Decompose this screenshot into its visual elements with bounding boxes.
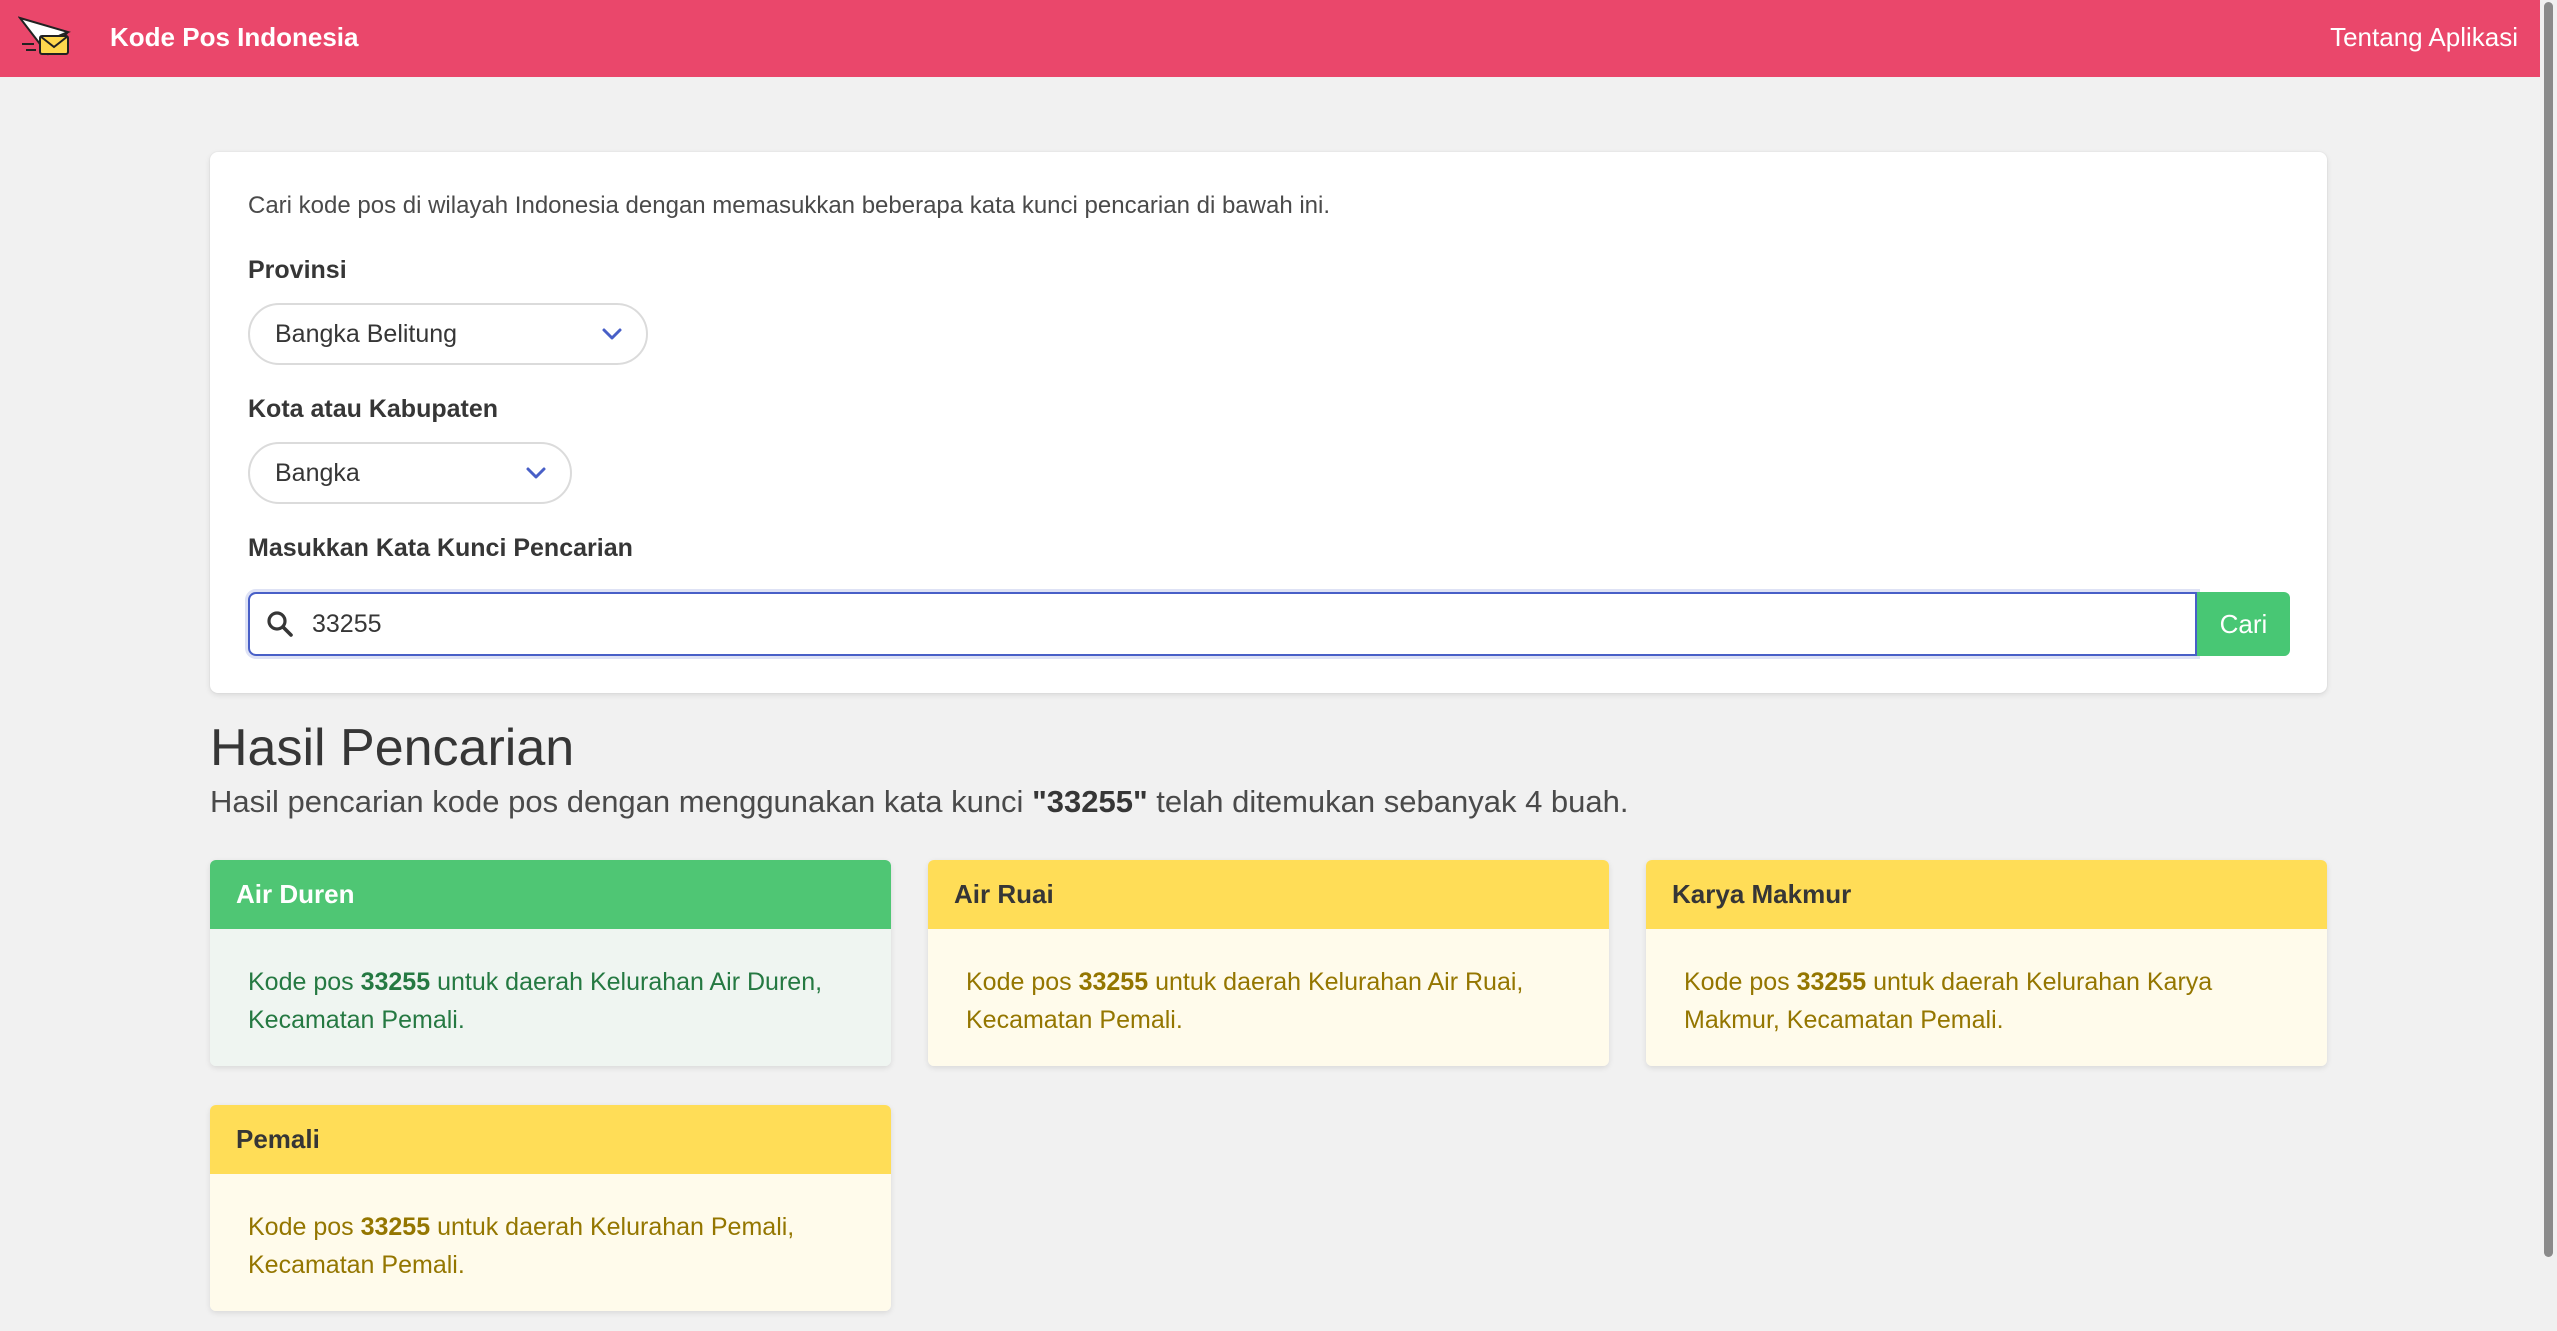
result-card: Pemali Kode pos 33255 untuk daerah Kelur…	[210, 1105, 891, 1311]
result-text-prefix: Kode pos	[248, 968, 361, 996]
result-postal-code: 33255	[360, 968, 431, 996]
results-title: Hasil Pencarian	[210, 719, 575, 777]
province-label: Provinsi	[248, 256, 347, 284]
search-form-card: Cari kode pos di wilayah Indonesia denga…	[210, 152, 2327, 693]
city-select-value: Bangka	[275, 459, 360, 487]
result-postal-code: 33255	[1796, 968, 1867, 996]
province-select[interactable]: Bangka Belitung	[248, 303, 648, 365]
results-subtitle-suffix: telah ditemukan sebanyak 4 buah.	[1147, 784, 1629, 819]
result-card-body: Kode pos 33255 untuk daerah Kelurahan Ai…	[928, 929, 1609, 1066]
results-subtitle-keyword: "33255"	[1032, 784, 1148, 819]
search-icon	[267, 611, 293, 637]
results-subtitle-prefix: Hasil pencarian kode pos dengan mengguna…	[210, 784, 1033, 819]
results-subtitle: Hasil pencarian kode pos dengan mengguna…	[210, 784, 1629, 820]
result-postal-code: 33255	[360, 1213, 431, 1241]
result-text-prefix: Kode pos	[966, 968, 1079, 996]
result-card: Karya Makmur Kode pos 33255 untuk daerah…	[1646, 860, 2327, 1066]
result-text-prefix: Kode pos	[248, 1213, 361, 1241]
scrollbar-thumb[interactable]	[2544, 2, 2553, 1257]
result-card-title: Karya Makmur	[1646, 860, 2327, 929]
result-card: Air Ruai Kode pos 33255 untuk daerah Kel…	[928, 860, 1609, 1066]
keyword-input-value: 33255	[312, 610, 382, 638]
search-button[interactable]: Cari	[2197, 592, 2290, 656]
result-card-title: Air Ruai	[928, 860, 1609, 929]
result-text-prefix: Kode pos	[1684, 968, 1797, 996]
result-card-title: Air Duren	[210, 860, 891, 929]
result-card-body: Kode pos 33255 untuk daerah Kelurahan Pe…	[210, 1174, 891, 1311]
city-label: Kota atau Kabupaten	[248, 395, 499, 423]
result-postal-code: 33255	[1078, 968, 1149, 996]
search-intro-text: Cari kode pos di wilayah Indonesia denga…	[248, 192, 1331, 219]
result-card-body: Kode pos 33255 untuk daerah Kelurahan Ai…	[210, 929, 891, 1066]
keyword-label: Masukkan Kata Kunci Pencarian	[248, 534, 633, 562]
about-link[interactable]: Tentang Aplikasi	[2330, 0, 2518, 77]
navbar: Kode Pos Indonesia Tentang Aplikasi	[0, 0, 2540, 77]
chevron-down-icon	[602, 328, 622, 340]
brand-title[interactable]: Kode Pos Indonesia	[110, 0, 359, 77]
envelope-plane-icon[interactable]	[18, 14, 74, 62]
city-select[interactable]: Bangka	[248, 442, 572, 504]
result-card-title: Pemali	[210, 1105, 891, 1174]
chevron-down-icon	[526, 467, 546, 479]
result-card-body: Kode pos 33255 untuk daerah Kelurahan Ka…	[1646, 929, 2327, 1066]
page-scrollbar[interactable]	[2540, 0, 2557, 1331]
keyword-search-input[interactable]: 33255	[248, 592, 2197, 656]
province-select-value: Bangka Belitung	[275, 320, 458, 348]
result-card: Air Duren Kode pos 33255 untuk daerah Ke…	[210, 860, 891, 1066]
